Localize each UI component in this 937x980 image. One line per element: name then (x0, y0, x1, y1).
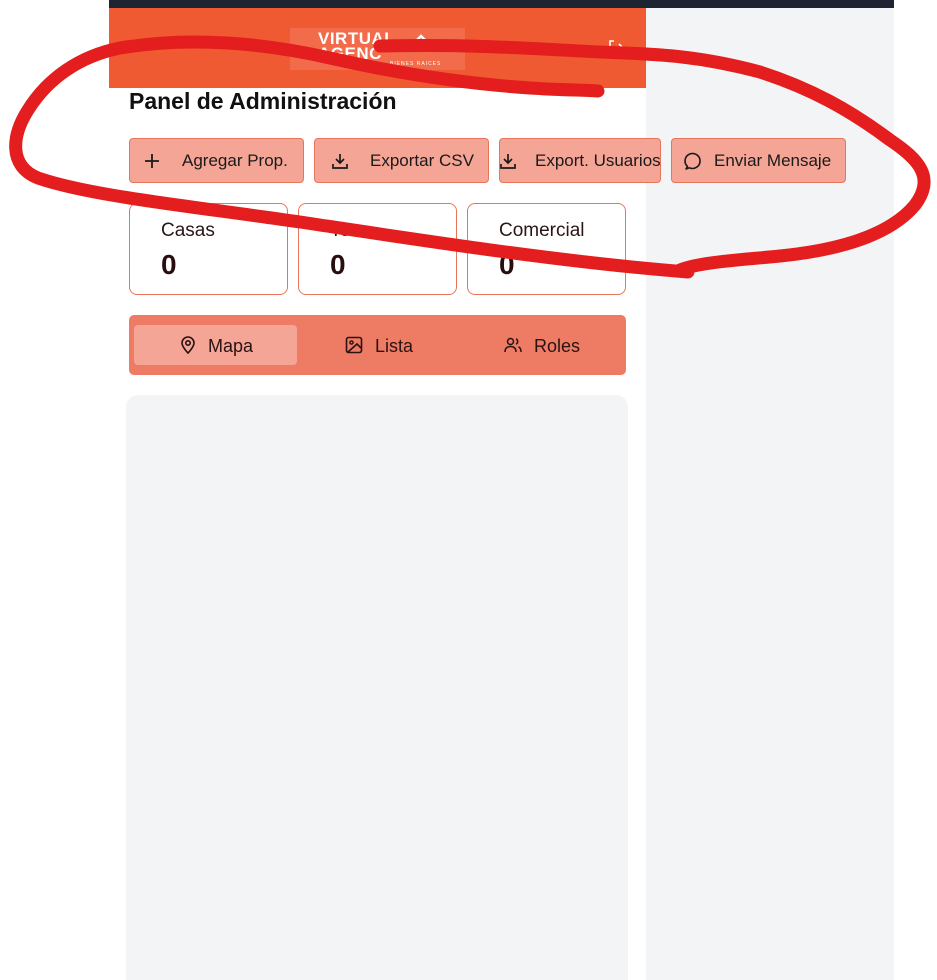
tab-lista-label: Lista (375, 336, 414, 356)
tab-roles[interactable]: Roles (464, 325, 621, 365)
add-property-label: Agregar Prop. (182, 151, 288, 170)
house-roof-icon (410, 34, 432, 47)
view-tabs: Mapa Lista Roles (129, 315, 626, 375)
logout-button[interactable] (606, 38, 626, 58)
stat-card-casas: Casas 0 (129, 203, 288, 295)
logo-tagline: BIENES RAICES (390, 61, 442, 67)
download-icon (500, 154, 516, 169)
tab-mapa-label: Mapa (208, 336, 254, 356)
export-users-label: Export. Usuarios (535, 151, 661, 170)
plus-icon (145, 154, 159, 168)
users-icon (504, 337, 522, 353)
map-container[interactable] (126, 395, 628, 980)
page-title: Panel de Administración (129, 88, 397, 114)
tab-mapa[interactable]: Mapa (134, 325, 297, 365)
download-icon (332, 154, 348, 169)
stat-card-terrenos: Terr 0 (298, 203, 457, 295)
stat-label: Casas (161, 220, 215, 241)
image-icon (345, 336, 363, 354)
tab-lista[interactable]: Lista (299, 325, 462, 365)
send-message-label: Enviar Mensaje (714, 151, 832, 170)
stat-label: Comercial (499, 220, 585, 241)
stat-label: Terr (330, 220, 363, 241)
send-message-button[interactable]: Enviar Mensaje (671, 138, 846, 183)
add-property-button[interactable]: Agregar Prop. (129, 138, 304, 183)
map-pin-icon (181, 336, 195, 355)
app-header: VIRTUAL AGENC BIENES RAICES (109, 8, 646, 88)
brand-logo[interactable]: VIRTUAL AGENC BIENES RAICES (290, 28, 465, 70)
stat-value: 0 (499, 249, 515, 280)
logo-text-line2: AGENC (318, 44, 382, 63)
top-bar (109, 0, 894, 8)
stat-value: 0 (330, 249, 346, 280)
logout-icon (609, 40, 625, 56)
message-circle-icon (684, 152, 701, 170)
export-users-button[interactable]: Export. Usuarios (499, 138, 661, 183)
tab-roles-label: Roles (534, 336, 581, 356)
export-csv-button[interactable]: Exportar CSV (314, 138, 489, 183)
stat-value: 0 (161, 249, 177, 280)
stat-card-comercial: Comercial 0 (467, 203, 626, 295)
export-csv-label: Exportar CSV (370, 151, 474, 170)
